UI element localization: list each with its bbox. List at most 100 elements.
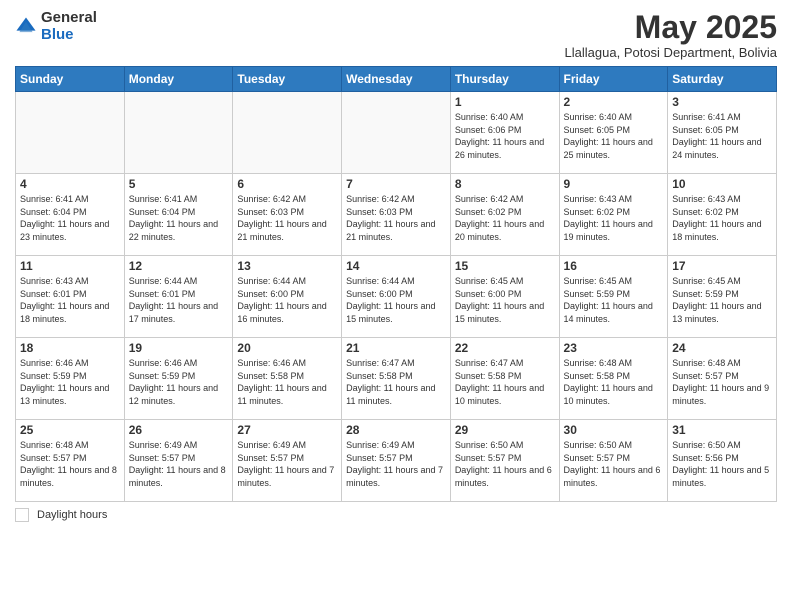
day-number: 13 [237, 259, 337, 273]
day-info: Sunrise: 6:50 AM Sunset: 5:57 PM Dayligh… [455, 439, 555, 489]
day-info: Sunrise: 6:49 AM Sunset: 5:57 PM Dayligh… [237, 439, 337, 489]
day-number: 8 [455, 177, 555, 191]
logo-general: General [41, 10, 97, 27]
footer: Daylight hours [15, 508, 777, 522]
day-number: 12 [129, 259, 229, 273]
day-info: Sunrise: 6:45 AM Sunset: 6:00 PM Dayligh… [455, 275, 555, 325]
calendar-table: Sunday Monday Tuesday Wednesday Thursday… [15, 66, 777, 502]
day-number: 22 [455, 341, 555, 355]
day-info: Sunrise: 6:50 AM Sunset: 5:57 PM Dayligh… [564, 439, 664, 489]
day-info: Sunrise: 6:43 AM Sunset: 6:02 PM Dayligh… [672, 193, 772, 243]
day-number: 4 [20, 177, 120, 191]
day-info: Sunrise: 6:41 AM Sunset: 6:04 PM Dayligh… [20, 193, 120, 243]
day-number: 7 [346, 177, 446, 191]
day-info: Sunrise: 6:40 AM Sunset: 6:05 PM Dayligh… [564, 111, 664, 161]
day-number: 6 [237, 177, 337, 191]
day-info: Sunrise: 6:42 AM Sunset: 6:02 PM Dayligh… [455, 193, 555, 243]
location-subtitle: Llallagua, Potosi Department, Bolivia [565, 45, 777, 60]
day-number: 14 [346, 259, 446, 273]
calendar-cell: 5 Sunrise: 6:41 AM Sunset: 6:04 PM Daylig… [124, 174, 233, 256]
day-info: Sunrise: 6:41 AM Sunset: 6:05 PM Dayligh… [672, 111, 772, 161]
day-info: Sunrise: 6:48 AM Sunset: 5:57 PM Dayligh… [20, 439, 120, 489]
calendar-week-1: 1 Sunrise: 6:40 AM Sunset: 6:06 PM Daylig… [16, 92, 777, 174]
day-info: Sunrise: 6:41 AM Sunset: 6:04 PM Dayligh… [129, 193, 229, 243]
calendar-cell: 17 Sunrise: 6:45 AM Sunset: 5:59 PM Dayli… [668, 256, 777, 338]
day-number: 2 [564, 95, 664, 109]
logo-icon [15, 16, 37, 38]
calendar-cell: 18 Sunrise: 6:46 AM Sunset: 5:59 PM Dayli… [16, 338, 125, 420]
title-section: May 2025 Llallagua, Potosi Department, B… [565, 10, 777, 60]
day-number: 15 [455, 259, 555, 273]
daylight-box [15, 508, 29, 522]
day-info: Sunrise: 6:44 AM Sunset: 6:01 PM Dayligh… [129, 275, 229, 325]
calendar-week-3: 11Sunrise: 6:43 AM Sunset: 6:01 PM Dayli… [16, 256, 777, 338]
calendar-cell [16, 92, 125, 174]
day-number: 5 [129, 177, 229, 191]
calendar-cell: 6 Sunrise: 6:42 AM Sunset: 6:03 PM Daylig… [233, 174, 342, 256]
calendar-cell: 22Sunrise: 6:47 AM Sunset: 5:58 PM Dayli… [450, 338, 559, 420]
col-saturday: Saturday [668, 67, 777, 92]
calendar-cell: 29Sunrise: 6:50 AM Sunset: 5:57 PM Dayli… [450, 420, 559, 502]
col-friday: Friday [559, 67, 668, 92]
calendar-cell: 21 Sunrise: 6:47 AM Sunset: 5:58 PM Dayli… [342, 338, 451, 420]
day-number: 27 [237, 423, 337, 437]
day-number: 18 [20, 341, 120, 355]
calendar-cell: 8 Sunrise: 6:42 AM Sunset: 6:02 PM Daylig… [450, 174, 559, 256]
day-info: Sunrise: 6:47 AM Sunset: 5:58 PM Dayligh… [346, 357, 446, 407]
day-number: 3 [672, 95, 772, 109]
col-thursday: Thursday [450, 67, 559, 92]
page: General Blue May 2025 Llallagua, Potosi … [0, 0, 792, 612]
col-sunday: Sunday [16, 67, 125, 92]
calendar-cell: 13 Sunrise: 6:44 AM Sunset: 6:00 PM Dayli… [233, 256, 342, 338]
calendar-cell: 23Sunrise: 6:48 AM Sunset: 5:58 PM Dayli… [559, 338, 668, 420]
day-number: 1 [455, 95, 555, 109]
calendar-cell: 24 Sunrise: 6:48 AM Sunset: 5:57 PM Dayli… [668, 338, 777, 420]
day-number: 9 [564, 177, 664, 191]
day-number: 16 [564, 259, 664, 273]
day-number: 28 [346, 423, 446, 437]
day-number: 23 [564, 341, 664, 355]
header-row: Sunday Monday Tuesday Wednesday Thursday… [16, 67, 777, 92]
day-number: 17 [672, 259, 772, 273]
day-info: Sunrise: 6:48 AM Sunset: 5:57 PM Dayligh… [672, 357, 772, 407]
day-number: 20 [237, 341, 337, 355]
logo-blue: Blue [41, 27, 97, 44]
day-info: Sunrise: 6:42 AM Sunset: 6:03 PM Dayligh… [237, 193, 337, 243]
calendar-cell: 31 Sunrise: 6:50 AM Sunset: 5:56 PM Dayli… [668, 420, 777, 502]
day-info: Sunrise: 6:44 AM Sunset: 6:00 PM Dayligh… [237, 275, 337, 325]
logo-text: General Blue [41, 10, 97, 43]
header: General Blue May 2025 Llallagua, Potosi … [15, 10, 777, 60]
day-info: Sunrise: 6:45 AM Sunset: 5:59 PM Dayligh… [564, 275, 664, 325]
calendar-cell: 30Sunrise: 6:50 AM Sunset: 5:57 PM Dayli… [559, 420, 668, 502]
calendar-header: Sunday Monday Tuesday Wednesday Thursday… [16, 67, 777, 92]
calendar-cell: 15 Sunrise: 6:45 AM Sunset: 6:00 PM Dayli… [450, 256, 559, 338]
day-number: 10 [672, 177, 772, 191]
day-number: 21 [346, 341, 446, 355]
day-info: Sunrise: 6:42 AM Sunset: 6:03 PM Dayligh… [346, 193, 446, 243]
calendar-week-2: 4 Sunrise: 6:41 AM Sunset: 6:04 PM Daylig… [16, 174, 777, 256]
calendar-cell: 1 Sunrise: 6:40 AM Sunset: 6:06 PM Daylig… [450, 92, 559, 174]
calendar-body: 1 Sunrise: 6:40 AM Sunset: 6:06 PM Daylig… [16, 92, 777, 502]
calendar-week-4: 18 Sunrise: 6:46 AM Sunset: 5:59 PM Dayli… [16, 338, 777, 420]
day-info: Sunrise: 6:49 AM Sunset: 5:57 PM Dayligh… [129, 439, 229, 489]
calendar-cell: 4 Sunrise: 6:41 AM Sunset: 6:04 PM Daylig… [16, 174, 125, 256]
day-info: Sunrise: 6:43 AM Sunset: 6:02 PM Dayligh… [564, 193, 664, 243]
calendar-cell: 9 Sunrise: 6:43 AM Sunset: 6:02 PM Daylig… [559, 174, 668, 256]
calendar-cell: 26 Sunrise: 6:49 AM Sunset: 5:57 PM Dayli… [124, 420, 233, 502]
day-info: Sunrise: 6:40 AM Sunset: 6:06 PM Dayligh… [455, 111, 555, 161]
calendar-cell: 2 Sunrise: 6:40 AM Sunset: 6:05 PM Daylig… [559, 92, 668, 174]
calendar-cell [342, 92, 451, 174]
day-info: Sunrise: 6:46 AM Sunset: 5:59 PM Dayligh… [20, 357, 120, 407]
day-info: Sunrise: 6:50 AM Sunset: 5:56 PM Dayligh… [672, 439, 772, 489]
day-number: 26 [129, 423, 229, 437]
calendar-cell: 7 Sunrise: 6:42 AM Sunset: 6:03 PM Daylig… [342, 174, 451, 256]
day-info: Sunrise: 6:44 AM Sunset: 6:00 PM Dayligh… [346, 275, 446, 325]
day-number: 31 [672, 423, 772, 437]
calendar-cell: 11Sunrise: 6:43 AM Sunset: 6:01 PM Dayli… [16, 256, 125, 338]
calendar-cell: 16 Sunrise: 6:45 AM Sunset: 5:59 PM Dayli… [559, 256, 668, 338]
day-number: 24 [672, 341, 772, 355]
day-info: Sunrise: 6:49 AM Sunset: 5:57 PM Dayligh… [346, 439, 446, 489]
daylight-label: Daylight hours [37, 509, 107, 521]
calendar-cell: 19Sunrise: 6:46 AM Sunset: 5:59 PM Dayli… [124, 338, 233, 420]
day-info: Sunrise: 6:45 AM Sunset: 5:59 PM Dayligh… [672, 275, 772, 325]
